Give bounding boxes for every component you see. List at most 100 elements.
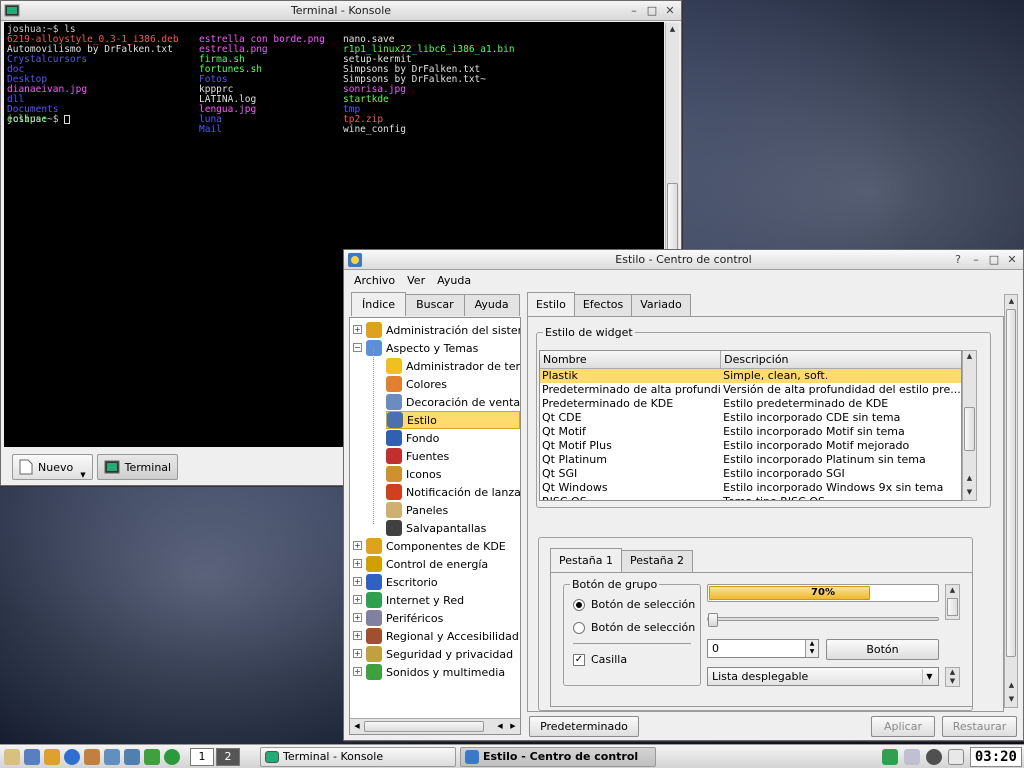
scroll-down-icon[interactable]: ▼ — [947, 677, 958, 687]
minimize-icon[interactable]: – — [626, 4, 642, 18]
list-item[interactable]: Predeterminado de alta profundidadVersió… — [540, 383, 961, 397]
tree-item[interactable]: Notificación de lanzamiento — [386, 483, 520, 501]
control-center-window[interactable]: Estilo - Centro de control ? – □ ✕ Archi… — [343, 249, 1024, 741]
module-tree[interactable]: Administración del sistema + Aspecto y Tem… — [350, 318, 520, 718]
expand-icon[interactable]: + — [353, 631, 362, 640]
column-header-name[interactable]: Nombre — [540, 351, 722, 368]
scroll-up-icon[interactable]: ▲ — [947, 586, 958, 596]
list-item[interactable]: Qt Motif Plus Estilo incorporado Motif me… — [540, 439, 961, 453]
style-list-scroll-thumb[interactable] — [964, 407, 975, 451]
tab-pestana-1[interactable]: Pestaña 1 — [550, 548, 623, 572]
tree-item[interactable]: Decoración de ventanas — [386, 393, 520, 411]
column-header-description[interactable]: Descripción — [721, 351, 961, 368]
tree-item[interactable]: Seguridad y privacidad — [366, 645, 513, 663]
help-icon[interactable] — [104, 748, 120, 765]
collapse-icon[interactable]: − — [353, 343, 362, 352]
scroll-up-icon[interactable]: ▲ — [964, 352, 975, 362]
scroll-up-icon[interactable]: ▲ — [964, 474, 975, 484]
expand-icon[interactable]: + — [353, 595, 362, 604]
scroll-up-icon[interactable]: ▲ — [1006, 297, 1017, 307]
tree-item[interactable]: Estilo — [386, 411, 520, 429]
network-status-icon[interactable] — [881, 748, 898, 765]
scroll-left-icon[interactable]: ◀ — [351, 721, 363, 732]
close-icon[interactable]: ✕ — [1004, 253, 1020, 267]
maximize-icon[interactable]: □ — [986, 253, 1002, 267]
task-control-center[interactable]: Estilo - Centro de control — [460, 746, 656, 767]
chevron-down-icon[interactable]: ▼ — [922, 669, 936, 684]
tree-item[interactable]: Sonidos y multimedia — [366, 663, 505, 681]
tab-indice[interactable]: Índice — [351, 292, 407, 316]
maximize-icon[interactable]: □ — [644, 4, 660, 18]
slider[interactable] — [707, 613, 939, 627]
expand-icon[interactable]: + — [353, 541, 362, 550]
tree-item[interactable]: Internet y Red — [366, 591, 464, 609]
style-list-scrollbar[interactable]: ▲ ▲ ▼ — [962, 350, 977, 501]
scroll-up-icon[interactable]: ▲ — [1006, 681, 1017, 691]
network-icon[interactable] — [124, 748, 140, 765]
tree-item[interactable]: Colores — [386, 375, 447, 393]
tree-item[interactable]: Escritorio — [366, 573, 438, 591]
tab-ayuda[interactable]: Ayuda — [463, 294, 520, 316]
slider-handle[interactable] — [708, 613, 718, 627]
konsole-app-icon[interactable] — [4, 3, 20, 19]
scroll-down-icon[interactable]: ▼ — [964, 488, 975, 498]
spin-arrows-icon[interactable]: ▲ ▼ — [805, 640, 818, 657]
expand-icon[interactable]: + — [353, 613, 362, 622]
radio-button-1[interactable]: Botón de selección — [573, 598, 695, 611]
preview-scroll-thumb[interactable] — [947, 598, 958, 616]
minimize-icon[interactable]: – — [968, 253, 984, 267]
tree-scroll-thumb[interactable] — [364, 721, 484, 732]
spin-box[interactable]: 0 ▲ ▼ — [707, 639, 819, 658]
preview-mini-scroll[interactable]: ▲ ▼ — [945, 667, 960, 687]
tree-item[interactable]: Fuentes — [386, 447, 449, 465]
tree-item[interactable]: Iconos — [386, 465, 441, 483]
tree-item[interactable]: Administración del sistema — [366, 321, 520, 339]
user-icon[interactable] — [903, 748, 920, 765]
tree-horizontal-scrollbar[interactable]: ◀ ◀ ▶ — [350, 718, 520, 734]
control-center-titlebar[interactable]: Estilo - Centro de control ? – □ ✕ — [344, 250, 1023, 270]
tree-item[interactable]: Regional y Accesibilidad — [366, 627, 519, 645]
checkbox[interactable]: ✓ Casilla — [573, 653, 627, 666]
tab-pestana-2[interactable]: Pestaña 2 — [621, 550, 694, 572]
list-item[interactable]: RISC OSTema tipo RISC OS — [540, 495, 961, 500]
tree-item[interactable]: Fondo — [386, 429, 439, 447]
expand-icon[interactable]: + — [353, 559, 362, 568]
expand-icon[interactable]: + — [353, 649, 362, 658]
chevron-down-icon[interactable]: ▼ — [80, 471, 85, 479]
home-icon[interactable] — [44, 748, 60, 765]
tab-terminal[interactable]: Terminal — [96, 454, 179, 480]
expand-icon[interactable]: + — [353, 667, 362, 676]
combo-box[interactable]: Lista desplegable ▼ — [707, 667, 939, 686]
list-item[interactable]: Qt Windows Estilo incorporado Windows 9x … — [540, 481, 961, 495]
control-center-app-icon[interactable] — [347, 252, 363, 268]
content-scrollbar[interactable]: ▲ ▲ ▼ — [1004, 294, 1018, 708]
desktop-1[interactable]: 1 — [190, 747, 214, 766]
scroll-left-icon[interactable]: ◀ — [494, 721, 506, 732]
list-item[interactable]: Qt Platinum Estilo incorporado Platinum s… — [540, 453, 961, 467]
tree-item[interactable]: Paneles — [386, 501, 448, 519]
tree-item[interactable]: Control de energía — [366, 555, 488, 573]
tree-item[interactable]: Salvapantallas — [386, 519, 486, 537]
help-icon[interactable]: ? — [950, 253, 966, 267]
desktop-icon[interactable] — [24, 748, 40, 765]
apply-button[interactable]: Aplicar — [871, 716, 935, 737]
expand-icon[interactable]: + — [353, 577, 362, 586]
list-item[interactable]: Qt Motif Estilo incorporado Motif sin tem… — [540, 425, 961, 439]
scroll-down-icon[interactable]: ▼ — [1006, 695, 1017, 705]
tree-item[interactable]: Periféricos — [366, 609, 443, 627]
tree-item[interactable]: Aspecto y Temas — [366, 339, 478, 357]
scroll-right-icon[interactable]: ▶ — [507, 721, 519, 732]
browser-icon[interactable] — [64, 748, 80, 765]
tree-item[interactable]: Administrador de temas — [386, 357, 520, 375]
reset-button[interactable]: Restaurar — [942, 716, 1017, 737]
menu-archivo[interactable]: Archivo — [353, 274, 396, 287]
flower-icon[interactable] — [164, 748, 180, 765]
tools-icon[interactable] — [144, 748, 160, 765]
list-item[interactable]: Predeterminado de KDE Estilo predetermina… — [540, 397, 961, 411]
task-konsole[interactable]: Terminal - Konsole — [260, 746, 456, 767]
desktop-2[interactable]: 2 — [216, 747, 240, 766]
default-button[interactable]: Predeterminado — [529, 716, 639, 737]
tab-estilo[interactable]: Estilo — [527, 292, 575, 316]
radio-button-2[interactable]: Botón de selección — [573, 621, 695, 634]
preview-button[interactable]: Botón — [826, 639, 939, 660]
